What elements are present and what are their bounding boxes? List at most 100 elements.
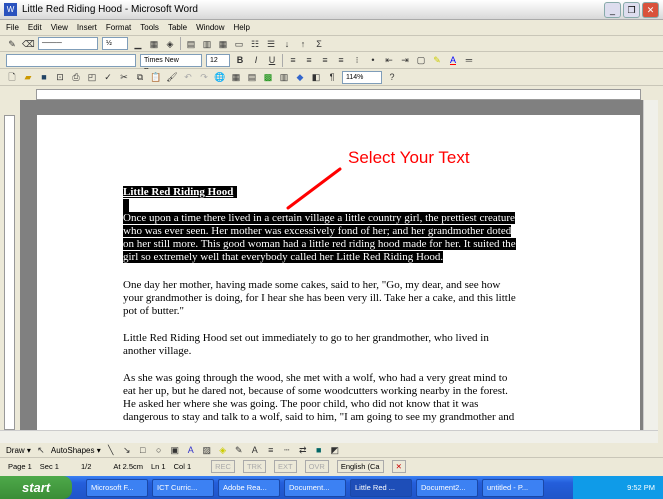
clip-art-icon[interactable]: ▨	[201, 444, 213, 456]
outside-border-icon[interactable]: ▢	[415, 54, 427, 66]
insert-table-icon[interactable]: ▤	[185, 38, 197, 50]
shading-icon[interactable]: ◈	[164, 38, 176, 50]
3d-icon[interactable]: ◩	[329, 444, 341, 456]
close-button[interactable]: ✕	[642, 2, 659, 18]
line-weight-dropdown[interactable]: ½	[102, 37, 128, 50]
status-rec[interactable]: REC	[211, 460, 235, 473]
print-icon[interactable]: ⎙	[70, 71, 82, 83]
align-center-icon[interactable]: ≡	[303, 54, 315, 66]
numbering-icon[interactable]: ⁝	[351, 54, 363, 66]
line-color-icon[interactable]: ✎	[233, 444, 245, 456]
sort-ascending-icon[interactable]: ↓	[281, 38, 293, 50]
vertical-scrollbar[interactable]	[643, 100, 658, 430]
menu-window[interactable]: Window	[196, 23, 224, 32]
insert-excel-icon[interactable]: ▩	[262, 71, 274, 83]
sort-descending-icon[interactable]: ↑	[297, 38, 309, 50]
status-ovr[interactable]: OVR	[304, 460, 329, 473]
horizontal-ruler[interactable]	[36, 89, 641, 100]
tables-borders-icon[interactable]: ▦	[230, 71, 242, 83]
permission-icon[interactable]: ⊡	[54, 71, 66, 83]
cut-icon[interactable]: ✂	[118, 71, 130, 83]
bullets-icon[interactable]: •	[367, 54, 379, 66]
autoshapes-menu[interactable]: AutoShapes ▾	[51, 446, 101, 455]
paste-icon[interactable]: 📋	[150, 71, 162, 83]
status-ext[interactable]: EXT	[273, 460, 297, 473]
text-box-icon[interactable]: ▣	[169, 444, 181, 456]
task-adobe-reader[interactable]: Adobe Rea...	[218, 478, 280, 497]
task-document[interactable]: Document...	[284, 478, 346, 497]
spelling-icon[interactable]: ✓	[102, 71, 114, 83]
autosum-icon[interactable]: Σ	[313, 38, 325, 50]
justify-icon[interactable]: ≡	[335, 54, 347, 66]
horizontal-scrollbar[interactable]	[0, 430, 658, 443]
style-dropdown[interactable]	[6, 53, 136, 67]
show-hide-button[interactable]: ¶	[326, 71, 338, 83]
merge-cells-icon[interactable]: ▥	[201, 38, 213, 50]
menu-format[interactable]: Format	[106, 23, 131, 32]
menu-edit[interactable]: Edit	[28, 23, 42, 32]
task-document2[interactable]: Document2...	[416, 478, 478, 497]
save-icon[interactable]: ■	[38, 71, 50, 83]
font-size-dropdown[interactable]: 12	[206, 53, 230, 67]
columns-icon[interactable]: ▥	[278, 71, 290, 83]
line-tool-icon[interactable]: ╲	[105, 444, 117, 456]
borders-icon[interactable]: ▦	[148, 38, 160, 50]
undo-icon[interactable]: ↶	[182, 71, 194, 83]
start-button[interactable]: start	[0, 476, 72, 499]
document-map-icon[interactable]: ◧	[310, 71, 322, 83]
decrease-indent-icon[interactable]: ⇤	[383, 54, 395, 66]
print-preview-icon[interactable]: ◰	[86, 71, 98, 83]
arrow-style-icon[interactable]: ⇄	[297, 444, 309, 456]
menu-view[interactable]: View	[51, 23, 68, 32]
task-ict-curriculum[interactable]: ICT Curric...	[152, 478, 214, 497]
increase-indent-icon[interactable]: ⇥	[399, 54, 411, 66]
menu-file[interactable]: File	[6, 23, 19, 32]
hyperlink-icon[interactable]: 🌐	[214, 71, 226, 83]
font-dropdown[interactable]: Times New Roman	[140, 53, 202, 75]
menu-tools[interactable]: Tools	[140, 23, 159, 32]
select-objects-icon[interactable]: ↖	[35, 444, 47, 456]
menu-help[interactable]: Help	[234, 23, 250, 32]
highlight-icon[interactable]: ✎	[431, 54, 443, 66]
rectangle-icon[interactable]: □	[137, 444, 149, 456]
vertical-ruler[interactable]	[4, 115, 15, 430]
dash-style-icon[interactable]: ┄	[281, 444, 293, 456]
open-folder-icon[interactable]: ▰	[22, 71, 34, 83]
font-color-icon[interactable]: A	[249, 444, 261, 456]
task-untitled-paint[interactable]: untitled - P...	[482, 478, 544, 497]
restore-button[interactable]: ❐	[623, 2, 640, 18]
help-icon[interactable]: ?	[386, 71, 398, 83]
new-document-icon[interactable]: 🗋	[6, 71, 18, 83]
insert-table-icon[interactable]: ▤	[246, 71, 258, 83]
underline-button[interactable]: U	[266, 54, 278, 66]
arrow-tool-icon[interactable]: ↘	[121, 444, 133, 456]
draw-menu[interactable]: Draw ▾	[6, 446, 31, 455]
border-color-icon[interactable]: ▁	[132, 38, 144, 50]
zoom-dropdown[interactable]: 114%	[342, 70, 382, 84]
distribute-columns-icon[interactable]: ☰	[265, 38, 277, 50]
line-style-dropdown[interactable]: ────	[38, 37, 98, 50]
italic-button[interactable]: I	[250, 54, 262, 66]
font-color-icon[interactable]: A	[447, 54, 459, 66]
distribute-rows-icon[interactable]: ☷	[249, 38, 261, 50]
spelling-status-icon[interactable]: ✕	[391, 460, 406, 473]
task-microsoft[interactable]: Microsoft F...	[86, 478, 148, 497]
wordart-icon[interactable]: A	[185, 444, 197, 456]
status-trk[interactable]: TRK	[242, 460, 266, 473]
task-little-red[interactable]: Little Red ...	[350, 478, 412, 497]
split-cells-icon[interactable]: ▦	[217, 38, 229, 50]
align-right-icon[interactable]: ≡	[319, 54, 331, 66]
oval-icon[interactable]: ○	[153, 444, 165, 456]
eraser-icon[interactable]: ⌫	[22, 38, 35, 50]
menu-table[interactable]: Table	[168, 23, 187, 32]
line-icon[interactable]: ═	[463, 54, 475, 66]
drawing-icon[interactable]: ◆	[294, 71, 306, 83]
format-painter-icon[interactable]: 🖌	[166, 71, 178, 83]
shadow-icon[interactable]: ■	[313, 444, 325, 456]
bold-button[interactable]: B	[234, 54, 246, 66]
fill-color-icon[interactable]: ◈	[217, 444, 229, 456]
menu-insert[interactable]: Insert	[77, 23, 97, 32]
align-icon[interactable]: ▭	[233, 38, 245, 50]
copy-icon[interactable]: ⧉	[134, 71, 146, 83]
align-left-icon[interactable]: ≡	[287, 54, 299, 66]
